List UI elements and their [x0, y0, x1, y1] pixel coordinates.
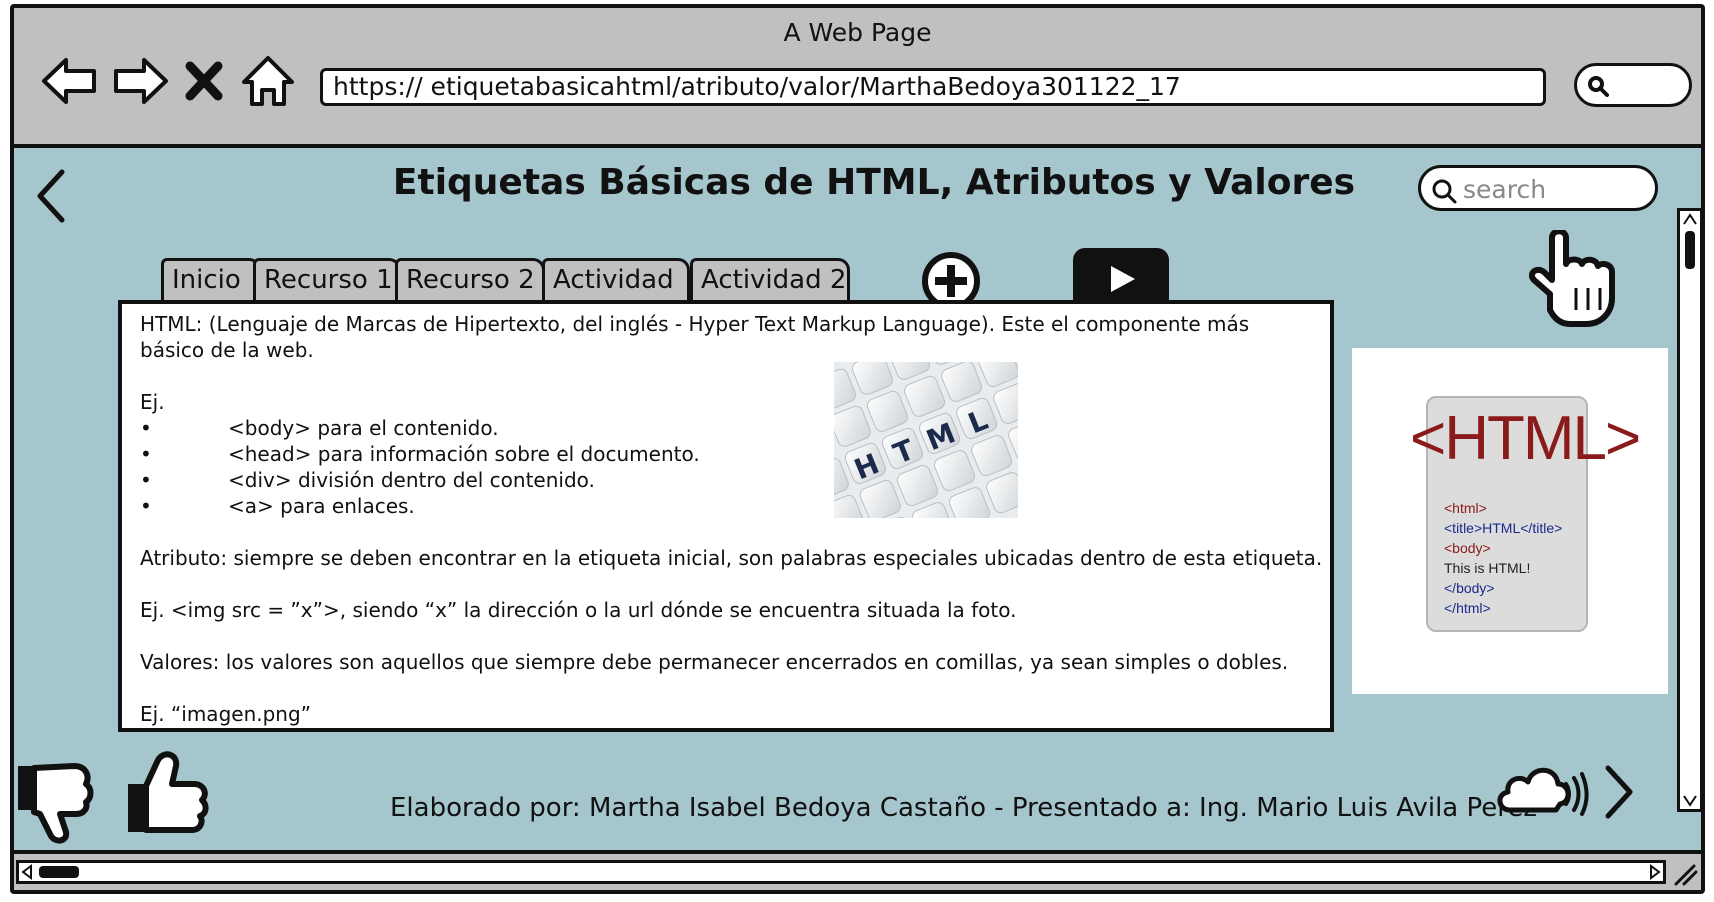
list-item: <a> para enlaces.	[228, 494, 415, 518]
forward-arrow-icon[interactable]	[110, 52, 170, 110]
code-line: </body>	[1444, 580, 1495, 596]
list-item: <div> división dentro del contenido.	[228, 468, 595, 492]
tab-actividad-1[interactable]: Actividad 1	[542, 258, 690, 333]
bullet-dot-icon: •	[140, 416, 152, 440]
tab-actividad-2[interactable]: Actividad 2	[690, 258, 850, 302]
scroll-thumb[interactable]	[39, 866, 79, 878]
code-line: </html>	[1444, 600, 1491, 616]
scroll-right-arrow-icon[interactable]	[1647, 863, 1663, 881]
tab-recurso-2[interactable]: Recurso 2	[395, 258, 545, 302]
cloud-sound-icon[interactable]	[1494, 758, 1590, 818]
chevron-left-icon[interactable]	[32, 166, 72, 226]
content-panel: HTML: (Lenguaje de Marcas de Hipertexto,…	[118, 300, 1334, 732]
window-title: A Web Page	[783, 18, 932, 47]
intro-text-line1: HTML: (Lenguaje de Marcas de Hipertexto,…	[140, 312, 1250, 336]
footer-credits: Elaborado por: Martha Isabel Bedoya Cast…	[390, 793, 1537, 823]
html-keyboard-image: H T M L	[777, 308, 1065, 574]
scroll-thumb[interactable]	[1685, 231, 1695, 269]
status-bar	[14, 850, 1701, 890]
tab-recurso-1[interactable]: Recurso 1	[253, 258, 401, 302]
home-icon[interactable]	[240, 52, 296, 110]
tab-inicio[interactable]: Inicio	[161, 258, 261, 302]
search-icon	[1432, 179, 1457, 204]
bullet-dot-icon: •	[140, 442, 152, 466]
scroll-down-arrow-icon[interactable]	[1681, 791, 1699, 809]
thumbs-up-icon[interactable]	[124, 748, 216, 838]
html-card-heading: <HTML>	[1410, 404, 1641, 473]
html-card-image: <HTML> <html> <title>HTML</title> <body>…	[1352, 348, 1668, 694]
code-line: <title>HTML</title>	[1444, 520, 1563, 536]
list-item: <body> para el contenido.	[228, 416, 499, 440]
search-input[interactable]: search	[1418, 165, 1658, 211]
browser-search-field[interactable]	[1574, 63, 1692, 107]
bullet-dot-icon: •	[140, 468, 152, 492]
browser-window: A Web Page https:// etiquetabasicahtml/a…	[10, 4, 1705, 894]
values-text: Valores: los valores son aquellos que si…	[140, 650, 1289, 674]
stop-icon[interactable]	[182, 52, 226, 110]
bullet-dot-icon: •	[140, 494, 152, 518]
back-arrow-icon[interactable]	[40, 52, 100, 110]
address-bar[interactable]: https:// etiquetabasicahtml/atributo/val…	[320, 68, 1546, 106]
intro-text-line2: básico de la web.	[140, 338, 314, 362]
page-title: Etiquetas Básicas de HTML, Atributos y V…	[392, 162, 1356, 203]
page-content: Etiquetas Básicas de HTML, Atributos y V…	[14, 148, 1703, 850]
attribute-example: Ej. <img src = ”x”>, siendo “x” la direc…	[140, 598, 1017, 622]
search-icon	[1588, 76, 1609, 97]
values-example: Ej. “imagen.png”	[140, 702, 312, 726]
code-line: This is HTML!	[1444, 560, 1531, 576]
horizontal-scrollbar[interactable]	[16, 860, 1666, 884]
resize-grip-icon[interactable]	[1670, 862, 1698, 886]
vertical-scrollbar[interactable]	[1677, 208, 1703, 812]
scroll-up-arrow-icon[interactable]	[1681, 211, 1699, 229]
search-placeholder: search	[1463, 175, 1547, 204]
example-label: Ej.	[140, 390, 165, 414]
list-item: <head> para información sobre el documen…	[228, 442, 700, 466]
chevron-right-icon[interactable]	[1598, 762, 1638, 822]
browser-toolbar: A Web Page https:// etiquetabasicahtml/a…	[14, 8, 1701, 148]
code-line: <body>	[1444, 540, 1491, 556]
code-line: <html>	[1444, 500, 1487, 516]
scroll-left-arrow-icon[interactable]	[19, 863, 35, 881]
pointing-hand-icon	[1528, 230, 1615, 327]
attribute-text: Atributo: siempre se deben encontrar en …	[140, 546, 1323, 570]
thumbs-down-icon[interactable]	[14, 758, 100, 844]
